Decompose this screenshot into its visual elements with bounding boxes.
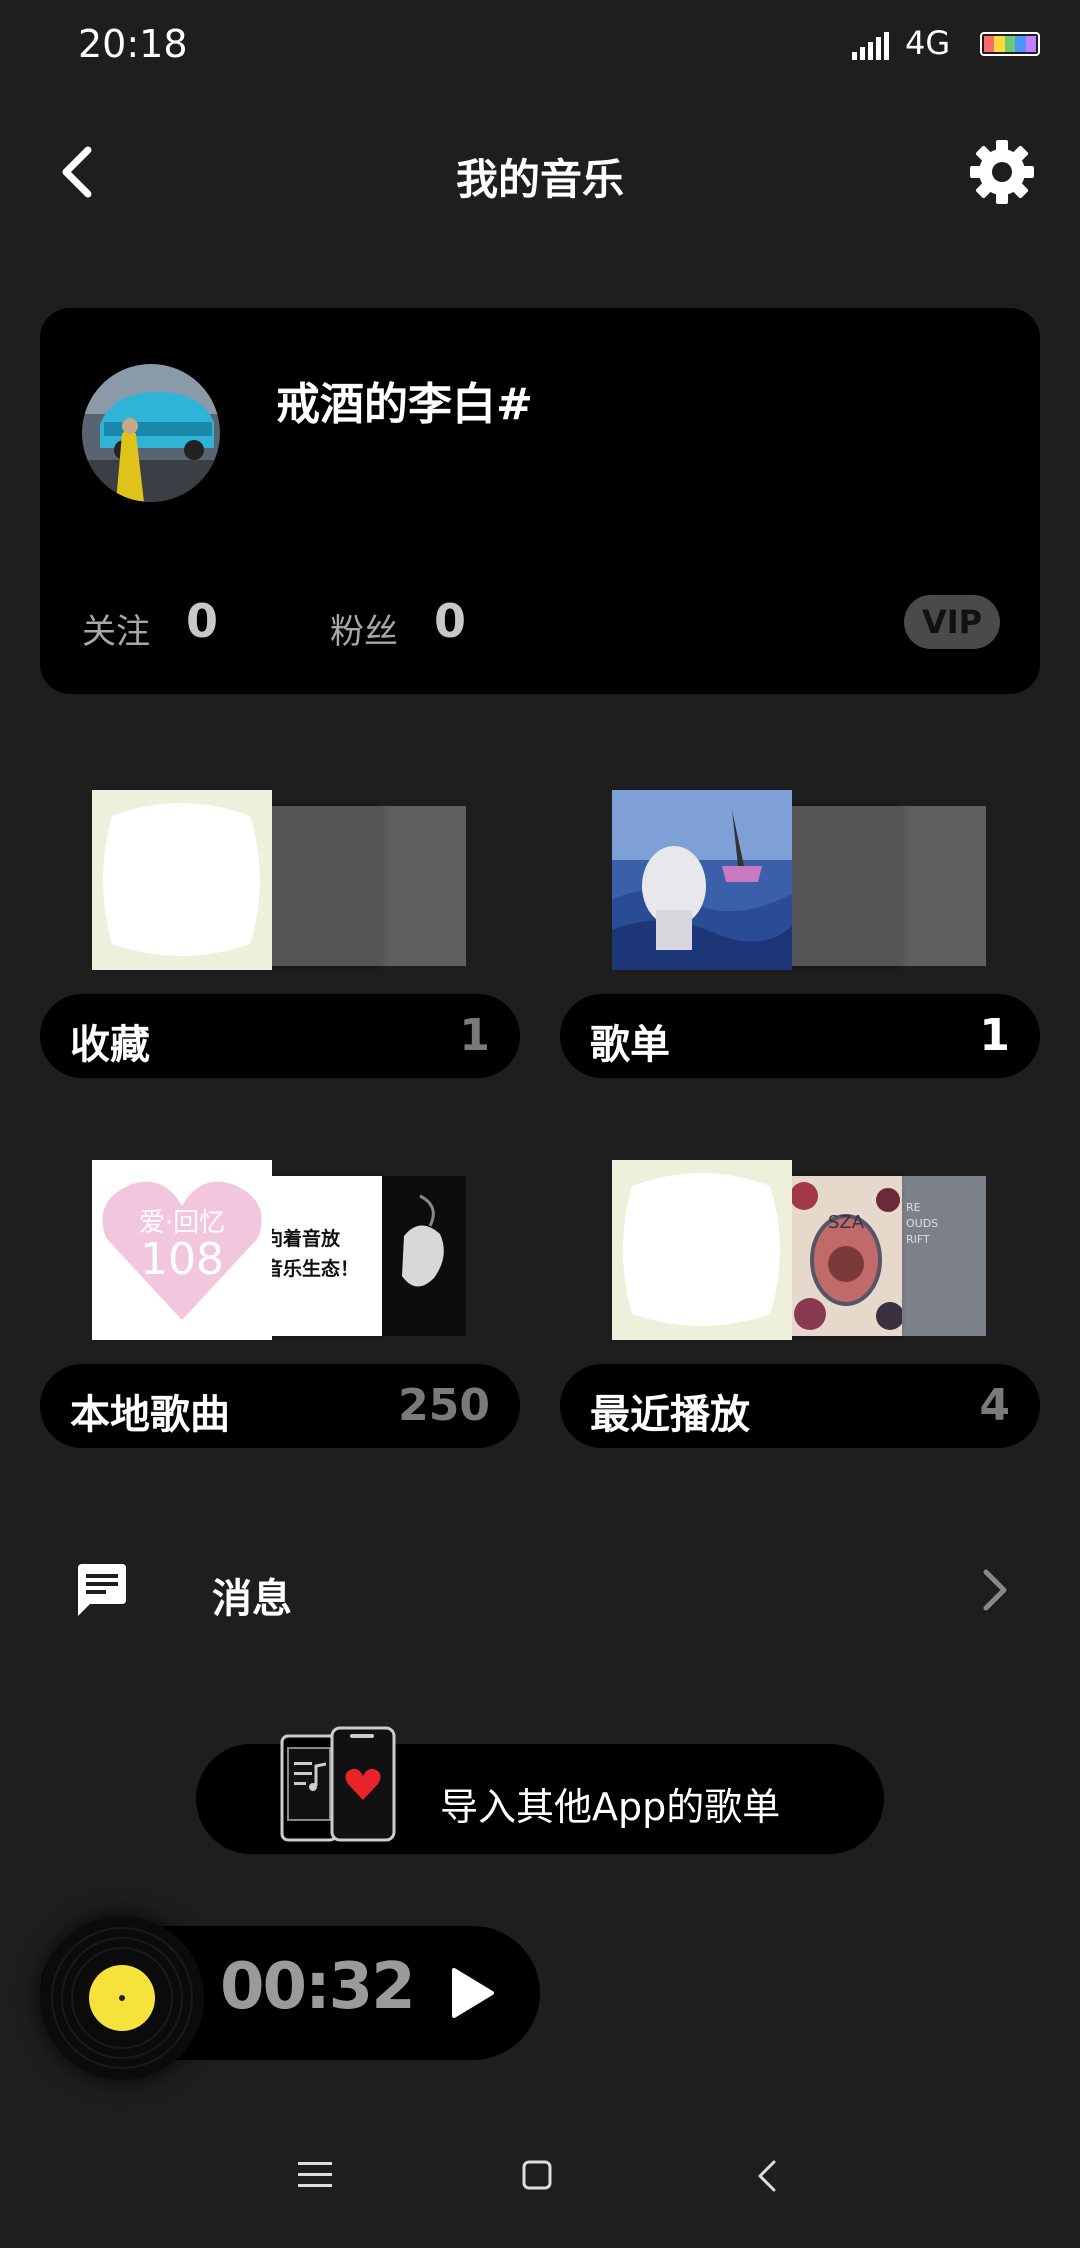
cover-stack: 向着音放 音乐生态！ 爱·回忆 108 [92, 1160, 466, 1340]
tile-label: 最近播放 [590, 1392, 750, 1438]
clouds-text: RE OUDS RIFT [906, 1201, 939, 1246]
cover-stack [612, 790, 986, 970]
import-label: 导入其他App的歌单 [440, 1785, 781, 1829]
avatar[interactable] [82, 364, 220, 502]
header: 我的音乐 [0, 120, 1080, 220]
gear-icon[interactable] [966, 136, 1038, 208]
tile-label: 本地歌曲 [70, 1392, 230, 1438]
system-nav-bar [0, 2140, 1080, 2220]
home-icon[interactable] [522, 2160, 552, 2190]
messages-row[interactable]: 消息 [0, 1548, 1080, 1632]
followers-count[interactable]: 0 [434, 594, 466, 648]
status-bar: 20:18 4G [0, 0, 1080, 90]
page-title: 我的音乐 [455, 155, 624, 204]
chevron-right-icon [983, 1569, 1007, 1611]
poster-text: 向着音放 音乐生态！ [270, 1228, 360, 1280]
play-icon[interactable] [440, 1962, 502, 2024]
album-cover [612, 790, 792, 970]
library-tile-bar[interactable]: 歌单 1 [560, 994, 1040, 1078]
album-cover [900, 806, 986, 966]
profile-card[interactable]: 戒酒的李白# 关注 0 粉丝 0 VIP [40, 308, 1040, 694]
album-cover [92, 790, 272, 970]
album-cover: 爱·回忆 108 [92, 1160, 272, 1340]
status-time: 20:18 [78, 22, 188, 66]
my-music-screen: 20:18 4G 我的音乐 戒酒的李白# 关注 0 粉丝 0 VIP 收藏 1 … [0, 0, 1080, 2248]
album-cover [612, 1160, 792, 1340]
tile-count: 1 [459, 1010, 490, 1061]
library-tile-bar[interactable]: 本地歌曲 250 [40, 1364, 520, 1448]
tile-label: 收藏 [70, 1022, 150, 1068]
library-tile-local-songs[interactable]: 向着音放 音乐生态！ 爱·回忆 108 本地歌曲 250 [40, 1160, 520, 1450]
library-tile-bar[interactable]: 最近播放 4 [560, 1364, 1040, 1448]
messages-label: 消息 [212, 1576, 292, 1622]
library-tile-bar[interactable]: 收藏 1 [40, 994, 520, 1078]
album-cover [380, 1176, 466, 1336]
sza-text: SZA [827, 1212, 865, 1233]
following-count[interactable]: 0 [186, 594, 218, 648]
album-cover: 向着音放 音乐生态！ [270, 1176, 382, 1336]
tile-count: 4 [979, 1380, 1010, 1431]
import-playlist-button[interactable]: 导入其他App的歌单 [196, 1726, 884, 1854]
back-icon[interactable] [752, 2158, 782, 2194]
memory-number: 108 [140, 1234, 224, 1285]
following-label[interactable]: 关注 [82, 604, 150, 653]
cover-stack [92, 790, 466, 970]
album-cover [270, 806, 382, 966]
album-cover: RE OUDS RIFT [900, 1176, 986, 1336]
cover-stack: RE OUDS RIFT SZA [612, 1160, 986, 1340]
vinyl-disc-icon[interactable] [40, 1916, 204, 2080]
mini-player[interactable]: 00:32 [40, 1916, 540, 2080]
followers-label[interactable]: 粉丝 [330, 604, 398, 653]
library-tile-recent[interactable]: RE OUDS RIFT SZA 最近播放 4 [560, 1160, 1040, 1450]
message-icon [78, 1564, 126, 1616]
player-time: 00:32 [220, 1950, 416, 2024]
album-cover [790, 806, 902, 966]
tile-count: 250 [398, 1380, 490, 1431]
battery-icon [980, 32, 1040, 56]
album-cover [380, 806, 466, 966]
tile-count: 1 [979, 1010, 1010, 1061]
album-cover: SZA [790, 1176, 902, 1336]
library-tile-playlists[interactable]: 歌单 1 [560, 790, 1040, 1080]
menu-icon[interactable] [298, 2160, 332, 2190]
vip-badge[interactable]: VIP [904, 595, 1000, 649]
library-tile-favorites[interactable]: 收藏 1 [40, 790, 520, 1080]
username: 戒酒的李白# [276, 379, 533, 430]
signal-icon [852, 30, 892, 60]
network-type: 4G [905, 24, 951, 62]
phones-heart-icon [280, 1726, 396, 1842]
tile-label: 歌单 [590, 1022, 670, 1068]
